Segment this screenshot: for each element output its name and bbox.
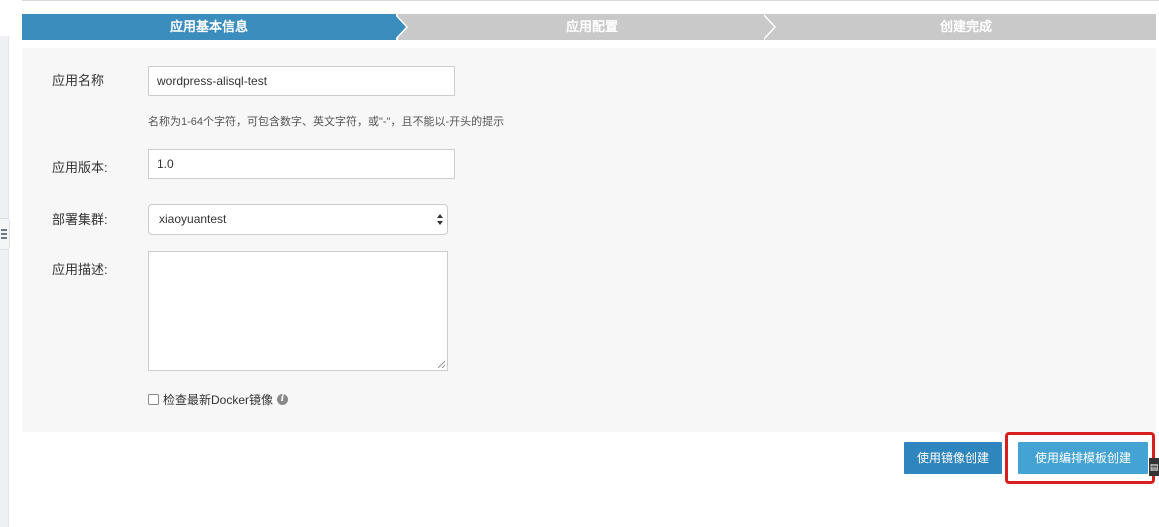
check-docker-row: 检查最新Docker镜像 i <box>148 391 289 408</box>
top-divider <box>22 0 1159 1</box>
info-icon[interactable]: i <box>277 394 289 405</box>
menu-icon <box>1 228 7 240</box>
app-name-input[interactable]: wordpress-alisql-test <box>148 66 455 96</box>
sidebar-toggle[interactable] <box>0 218 10 250</box>
app-version-label: 应用版本: <box>52 160 108 175</box>
description-label: 应用描述: <box>52 262 108 277</box>
create-from-template-button[interactable]: 使用编排模板创建 <box>1018 442 1148 474</box>
sidebar-edge <box>0 36 9 527</box>
resize-handle-icon[interactable] <box>438 361 445 368</box>
basic-info-form: 应用名称 wordpress-alisql-test 名称为1-64个字符，可包… <box>22 48 1156 432</box>
feedback-icon[interactable]: ▤ <box>1149 458 1159 476</box>
check-docker-label[interactable]: 检查最新Docker镜像 <box>163 391 273 408</box>
app-name-hint: 名称为1-64个字符，可包含数字、英文字符，或"-"，且不能以-开头的提示 <box>148 116 505 128</box>
check-docker-checkbox[interactable] <box>148 394 159 405</box>
step-label: 应用配置 <box>565 19 618 34</box>
select-arrows-icon <box>437 214 443 226</box>
cluster-select-value: xiaoyuantest <box>159 212 227 226</box>
step-label: 创建完成 <box>939 19 992 34</box>
cluster-label: 部署集群: <box>52 212 108 227</box>
step-app-config: 应用配置 <box>398 14 786 40</box>
step-complete: 创建完成 <box>776 14 1156 40</box>
step-label: 应用基本信息 <box>169 19 248 34</box>
step-basic-info: 应用基本信息 <box>22 14 396 40</box>
create-from-image-button[interactable]: 使用镜像创建 <box>904 442 1002 474</box>
app-version-input[interactable]: 1.0 <box>148 149 455 179</box>
app-name-label: 应用名称 <box>52 73 105 88</box>
cluster-select[interactable]: xiaoyuantest <box>148 204 448 235</box>
description-textarea[interactable] <box>148 251 448 371</box>
wizard-steps: 应用基本信息 应用配置 创建完成 <box>22 14 1156 40</box>
